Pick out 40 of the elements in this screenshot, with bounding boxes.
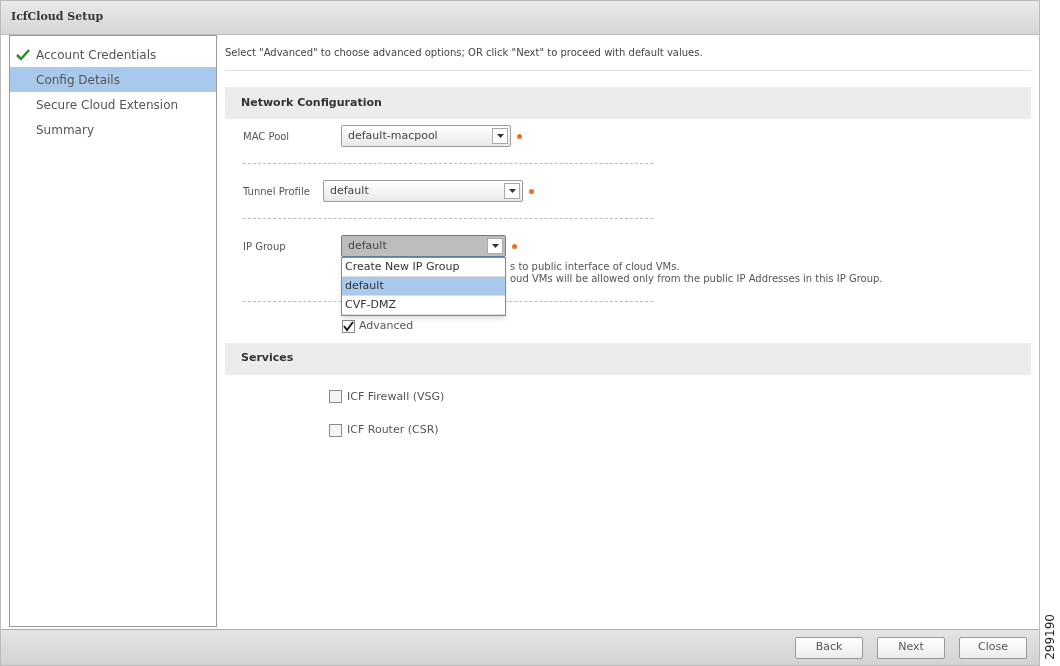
checkbox-label: Advanced xyxy=(359,318,414,334)
wizard-button[interactable]: Back xyxy=(795,636,863,659)
step-label: Config Details xyxy=(36,71,120,89)
dropdown-value: default-macpool xyxy=(347,127,439,144)
check-icon xyxy=(343,320,354,332)
window-title: IcfCloud Setup xyxy=(11,9,104,26)
step-label: Secure Cloud Extension xyxy=(36,96,179,114)
dropdown-value: default xyxy=(347,237,388,254)
section-header: Services xyxy=(225,342,1031,375)
dropdown[interactable]: default xyxy=(341,235,506,257)
wizard-button[interactable]: Close xyxy=(959,636,1027,659)
wizard-step[interactable]: Account Credentials xyxy=(10,42,216,67)
section-header: Network Configuration xyxy=(225,87,1031,119)
hint-text: s to public interface of cloud VMs. xyxy=(510,261,681,273)
dropdown-option[interactable]: CVF-DMZ xyxy=(342,296,505,315)
caret-icon xyxy=(504,183,520,199)
service-checkbox[interactable] xyxy=(329,423,342,437)
wizard-step[interactable]: Config Details xyxy=(10,67,216,92)
service-checkbox[interactable] xyxy=(329,390,342,404)
field-label: Tunnel Profile xyxy=(243,184,311,199)
dropdown[interactable]: default xyxy=(323,180,523,202)
field-label: MAC Pool xyxy=(243,129,291,144)
advanced-checkbox[interactable] xyxy=(342,319,355,333)
checkbox-label: ICF Router (CSR) xyxy=(347,422,439,438)
wizard-step[interactable]: Secure Cloud Extension xyxy=(10,92,216,117)
field-label: IP Group xyxy=(243,239,287,254)
step-label: Account Credentials xyxy=(36,46,157,64)
caret-icon xyxy=(487,238,503,254)
checkmark-icon xyxy=(16,48,30,61)
wizard-button[interactable]: Next xyxy=(877,636,945,659)
dropdown-option[interactable]: default xyxy=(342,277,505,296)
caret-icon xyxy=(492,128,508,144)
hint-text: oud VMs will be allowed only from the public IP Addresses in this IP Group. xyxy=(510,273,884,285)
dropdown[interactable]: default-macpool xyxy=(341,125,511,147)
dropdown-value: default xyxy=(329,182,370,199)
step-label: Summary xyxy=(36,121,94,139)
figure-number: 299190 xyxy=(1042,614,1058,660)
wizard-step[interactable]: Summary xyxy=(10,117,216,142)
checkbox-label: ICF Firewall (VSG) xyxy=(347,388,445,405)
instruction-text: Select "Advanced" to choose advanced options; OR click "Next" to proceed with default values. xyxy=(225,35,1031,71)
